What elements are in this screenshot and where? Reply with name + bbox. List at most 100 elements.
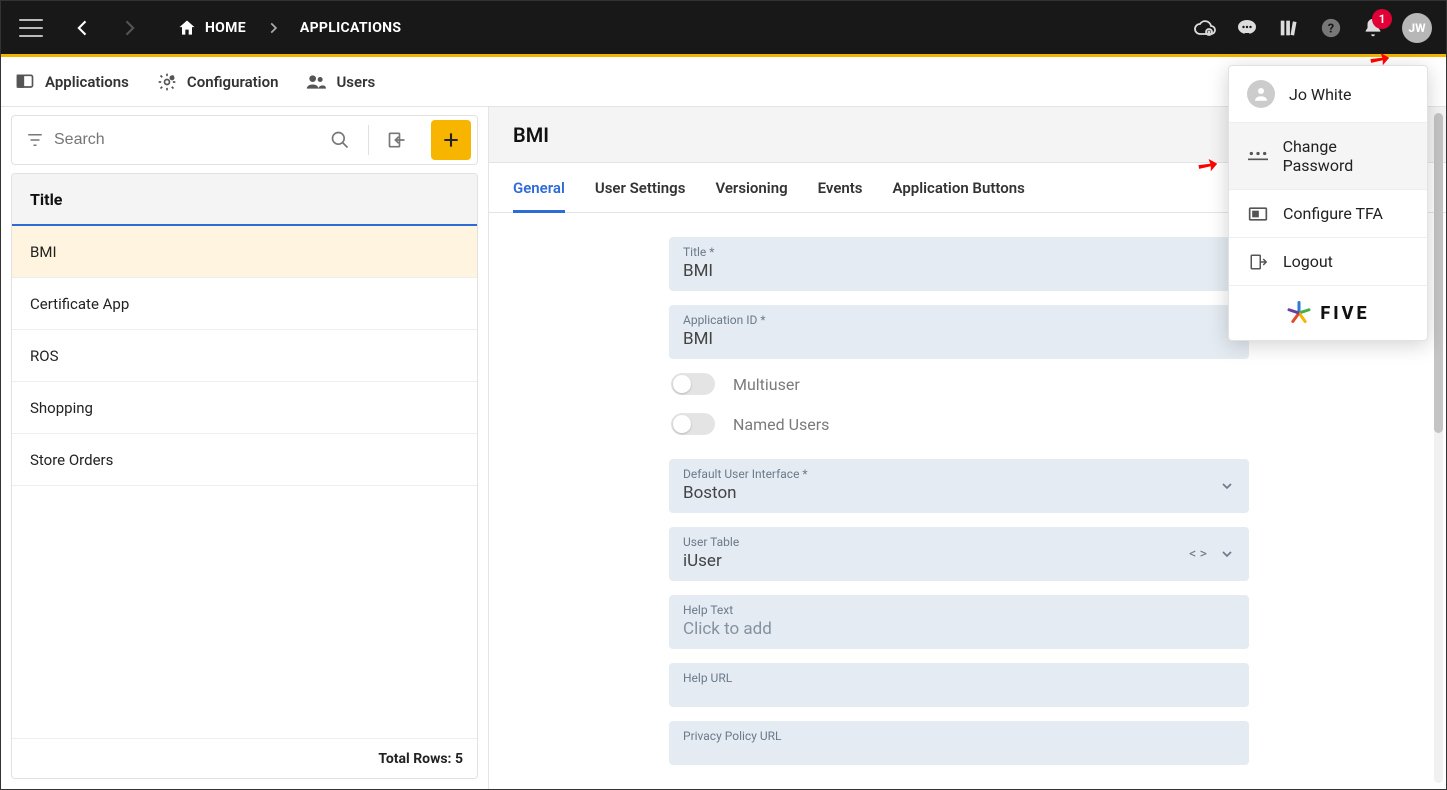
field-help-url[interactable]: Help URL (669, 663, 1249, 707)
tab-events[interactable]: Events (818, 163, 863, 212)
row-label: Store Orders (30, 451, 113, 469)
usermenu-brand: FIVE (1229, 286, 1427, 340)
secnav-applications[interactable]: Applications (15, 72, 129, 92)
secnav-configuration[interactable]: Configuration (157, 72, 279, 92)
search-input[interactable] (54, 131, 320, 149)
usermenu-change-password[interactable]: Change Password (1229, 123, 1427, 190)
app-list-panel: Title BMI Certificate App ROS Shopping S… (11, 173, 478, 779)
secnav-label: Applications (45, 73, 129, 91)
scrollbar-thumb[interactable] (1434, 113, 1443, 433)
usermenu-logout[interactable]: Logout (1229, 238, 1427, 286)
hamburger-icon[interactable] (19, 19, 43, 37)
list-row-bmi[interactable]: BMI (12, 226, 477, 278)
breadcrumb-applications[interactable]: APPLICATIONS (300, 20, 401, 36)
chevron-down-icon (1219, 478, 1235, 494)
tab-label: General (513, 179, 565, 197)
field-label: Default User Interface * (683, 467, 1235, 481)
field-user-table[interactable]: User Table iUser < > (669, 527, 1249, 581)
list-header-title[interactable]: Title (12, 174, 477, 226)
field-title[interactable]: Title * BMI (669, 237, 1249, 291)
field-label: Application ID * (683, 313, 1235, 327)
import-icon[interactable] (387, 130, 407, 150)
list-row-storeorders[interactable]: Store Orders (12, 434, 477, 486)
chevron-down-icon (1219, 546, 1235, 562)
scrollbar[interactable] (1434, 113, 1443, 783)
usermenu-username: Jo White (1229, 66, 1427, 123)
left-column: Title BMI Certificate App ROS Shopping S… (1, 107, 489, 789)
divider (368, 125, 369, 155)
notification-badge: 1 (1372, 9, 1392, 29)
field-default-ui[interactable]: Default User Interface * Boston (669, 459, 1249, 513)
username-label: Jo White (1289, 85, 1352, 104)
logout-label: Logout (1283, 252, 1333, 271)
gear-icon (157, 72, 177, 92)
field-privacy-url[interactable]: Privacy Policy URL (669, 721, 1249, 765)
logout-icon (1247, 253, 1269, 271)
code-icon[interactable]: < > (1189, 546, 1207, 562)
tab-general[interactable]: General (513, 163, 565, 212)
field-value: Click to add (683, 619, 1235, 639)
tab-label: Application Buttons (893, 179, 1025, 197)
change-password-label: Change Password (1283, 137, 1409, 175)
search-icon[interactable] (330, 130, 350, 150)
list-footer: Total Rows: 5 (12, 738, 477, 778)
secnav-label: Configuration (187, 73, 279, 91)
multiuser-toggle[interactable] (671, 373, 715, 395)
svg-text:?: ? (1328, 21, 1334, 36)
topbar-left: HOME APPLICATIONS (15, 10, 401, 46)
field-label: Help URL (683, 671, 1235, 685)
brand-label: FIVE (1320, 303, 1369, 324)
field-help-text[interactable]: Help Text Click to add (669, 595, 1249, 649)
help-icon[interactable]: ? (1318, 15, 1344, 41)
breadcrumb-home[interactable]: HOME (177, 18, 246, 38)
field-label: Privacy Policy URL (683, 729, 1235, 743)
detail-title: BMI (513, 123, 549, 147)
toggle-label: Named Users (733, 415, 829, 434)
tfa-icon (1247, 206, 1269, 222)
breadcrumb-chevron-icon (266, 21, 280, 35)
five-logo: FIVE (1286, 300, 1369, 326)
list-row-shopping[interactable]: Shopping (12, 382, 477, 434)
filter-icon[interactable] (26, 131, 44, 149)
tab-label: Events (818, 179, 863, 197)
field-label: Title * (683, 245, 1235, 259)
list-row-certificate[interactable]: Certificate App (12, 278, 477, 330)
tab-versioning[interactable]: Versioning (715, 163, 787, 212)
tab-label: User Settings (595, 179, 686, 197)
usermenu-configure-tfa[interactable]: Configure TFA (1229, 190, 1427, 238)
notifications-button[interactable]: 1 (1360, 15, 1386, 41)
chat-icon[interactable] (1234, 15, 1260, 41)
field-value: BMI (683, 329, 1235, 349)
user-menu: Jo White Change Password Configure TFA L… (1228, 65, 1428, 341)
library-icon[interactable] (1276, 15, 1302, 41)
row-label: Shopping (30, 399, 93, 417)
topbar: HOME APPLICATIONS ? 1 JW (1, 1, 1446, 57)
list-row-ros[interactable]: ROS (12, 330, 477, 382)
secnav-users[interactable]: Users (306, 72, 375, 92)
back-button[interactable] (65, 10, 101, 46)
cloud-icon[interactable] (1192, 15, 1218, 41)
namedusers-toggle[interactable] (671, 413, 715, 435)
row-label: ROS (30, 347, 58, 365)
forward-button[interactable] (111, 10, 147, 46)
field-value: iUser (683, 551, 1235, 571)
tfa-label: Configure TFA (1283, 204, 1383, 223)
user-avatar[interactable]: JW (1402, 13, 1432, 43)
home-icon (177, 18, 197, 38)
secnav-label: Users (336, 73, 375, 91)
password-icon (1247, 149, 1269, 163)
tab-user-settings[interactable]: User Settings (595, 163, 686, 212)
tab-label: Versioning (715, 179, 787, 197)
app-icon (15, 72, 35, 92)
field-named-users: Named Users (669, 413, 1249, 435)
breadcrumb-label: APPLICATIONS (300, 20, 401, 36)
field-multiuser: Multiuser (669, 373, 1249, 395)
home-label: HOME (205, 20, 246, 36)
search-bar (11, 115, 478, 165)
field-value: Boston (683, 483, 1235, 503)
field-application-id[interactable]: Application ID * BMI (669, 305, 1249, 359)
tab-application-buttons[interactable]: Application Buttons (893, 163, 1025, 212)
add-button[interactable] (431, 120, 471, 160)
row-label: Certificate App (30, 295, 129, 313)
users-icon (306, 72, 326, 92)
